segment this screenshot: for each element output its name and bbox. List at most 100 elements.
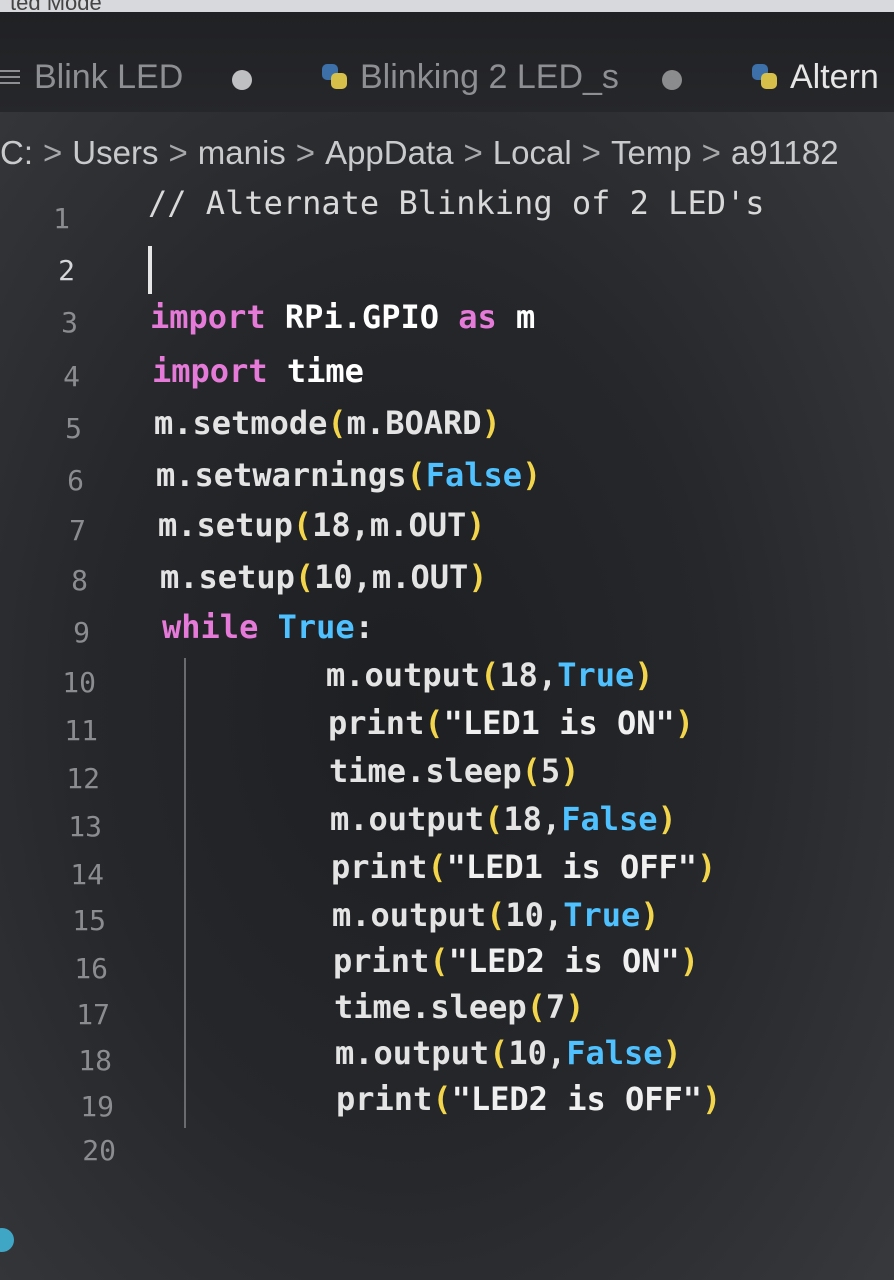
function-call: print: [336, 1080, 433, 1118]
code-line-5[interactable]: m.setmode(m.BOARD): [154, 404, 501, 442]
tab-blink-led[interactable]: Blink LED: [0, 52, 183, 102]
open-paren: (: [521, 752, 541, 790]
function-call: time.sleep: [329, 752, 522, 790]
function-call: m.setwarnings: [156, 456, 407, 494]
tab-blinking-2-leds[interactable]: Blinking 2 LED_s: [322, 52, 619, 102]
function-call: m.setmode: [154, 404, 328, 442]
code-line-15[interactable]: m.output(10,True): [332, 896, 660, 934]
open-paren: (: [489, 1034, 509, 1072]
code-line-6[interactable]: m.setwarnings(False): [156, 456, 541, 494]
function-call: m.output: [330, 800, 485, 838]
line-number: 14: [70, 858, 104, 891]
code-editor[interactable]: 1 2 3 4 5 6 7 8 9 10 11 12 13 14 15 16 1…: [0, 180, 894, 1180]
code-line-3[interactable]: import RPi.GPIO as m: [150, 298, 535, 336]
chevron-right-icon: >: [295, 134, 316, 171]
open-paren: (: [406, 456, 426, 494]
code-line-13[interactable]: m.output(18,False): [330, 800, 677, 838]
text-cursor: [148, 246, 152, 294]
open-paren: (: [432, 1080, 452, 1118]
close-paren: ): [679, 942, 700, 980]
boolean-literal: True: [258, 608, 355, 646]
close-paren: ): [662, 1034, 682, 1072]
line-number: 13: [68, 810, 102, 843]
close-paren: ): [702, 1080, 722, 1118]
argument: 18,: [499, 656, 558, 694]
close-paren: ): [560, 752, 580, 790]
code-line-18[interactable]: m.output(10,False): [335, 1034, 682, 1072]
function-call: print: [328, 704, 425, 742]
code-line-9[interactable]: while True:: [162, 608, 374, 646]
argument: 10,: [508, 1034, 567, 1072]
keyword: as: [458, 298, 497, 336]
code-line-16[interactable]: print("LED2 is ON"): [333, 942, 699, 980]
breadcrumb: C: > Users > manis > AppData > Local > Temp > …: [0, 128, 839, 178]
open-paren: (: [480, 656, 500, 694]
function-call: m.setup: [160, 558, 295, 596]
line-number: 1: [53, 202, 70, 235]
code-line-8[interactable]: m.setup(10,m.OUT): [160, 558, 488, 596]
breadcrumb-item[interactable]: a91182: [731, 134, 839, 172]
line-number: 12: [66, 762, 100, 795]
line-number: 10: [62, 666, 96, 699]
breadcrumb-item[interactable]: Temp: [611, 134, 692, 172]
tab-alternate[interactable]: Altern: [752, 52, 879, 102]
argument: 5: [540, 752, 561, 790]
tab-label: Altern: [790, 57, 879, 96]
string-literal: "LED2 is ON": [448, 942, 680, 980]
close-paren: ): [657, 800, 677, 838]
argument: 10,m.OUT: [314, 558, 469, 596]
function-call: print: [333, 942, 430, 980]
line-number: 6: [67, 464, 84, 497]
argument: m.BOARD: [346, 404, 482, 442]
comment: // Alternate Blinking of 2 LED's: [148, 184, 765, 222]
code-line-11[interactable]: print("LED1 is ON"): [328, 704, 694, 742]
breadcrumb-item[interactable]: C:: [0, 134, 33, 172]
unsaved-dot-icon[interactable]: [662, 70, 682, 90]
code-line-19[interactable]: print("LED2 is OFF"): [336, 1080, 721, 1118]
argument: 18,m.OUT: [312, 506, 467, 544]
open-paren: (: [424, 704, 444, 742]
line-number: 11: [64, 714, 98, 747]
function-call: m.output: [335, 1034, 490, 1072]
keyword: import: [150, 298, 266, 336]
code-line-4[interactable]: import time: [152, 352, 364, 390]
function-call: print: [331, 848, 428, 886]
close-paren: ): [634, 656, 654, 694]
close-paren: ): [565, 988, 585, 1026]
code-line-10[interactable]: m.output(18,True): [326, 656, 654, 694]
unsaved-dot-icon[interactable]: [232, 70, 252, 90]
line-number: 5: [65, 412, 82, 445]
breadcrumb-item[interactable]: Local: [493, 134, 572, 172]
string-literal: "LED2 is OFF": [451, 1080, 703, 1118]
breadcrumb-item[interactable]: AppData: [325, 134, 453, 172]
code-line-17[interactable]: time.sleep(7): [334, 988, 584, 1026]
alias-name: m: [496, 298, 536, 336]
open-paren: (: [484, 800, 504, 838]
module-name: time: [267, 352, 364, 390]
code-line-7[interactable]: m.setup(18,m.OUT): [158, 506, 486, 544]
line-number: 3: [61, 306, 78, 339]
close-paren: ): [468, 558, 488, 596]
code-line-14[interactable]: print("LED1 is OFF"): [331, 848, 716, 886]
tab-label: Blinking 2 LED_s: [360, 57, 619, 96]
argument: 10,: [505, 896, 564, 934]
chevron-right-icon: >: [581, 134, 601, 171]
function-call: m.setup: [158, 506, 293, 544]
string-literal: "LED1 is ON": [443, 704, 675, 742]
boolean-literal: False: [425, 456, 523, 494]
line-number: 19: [80, 1090, 114, 1123]
python-icon: [322, 64, 348, 90]
line-number: 7: [69, 514, 86, 547]
breadcrumb-item[interactable]: Users: [72, 134, 158, 172]
code-line-12[interactable]: time.sleep(5): [329, 752, 579, 790]
open-paren: (: [427, 848, 447, 886]
code-line-1[interactable]: // Alternate Blinking of 2 LED's: [148, 184, 765, 222]
keyword: while: [162, 608, 259, 646]
window-top-strip: ted Mode: [0, 0, 894, 15]
line-number: 8: [71, 564, 88, 597]
tab-label: Blink LED: [34, 57, 184, 96]
chevron-right-icon: >: [43, 134, 63, 171]
string-literal: "LED1 is OFF": [446, 848, 698, 886]
breadcrumb-item[interactable]: manis: [198, 134, 286, 172]
chevron-right-icon: >: [168, 134, 188, 171]
